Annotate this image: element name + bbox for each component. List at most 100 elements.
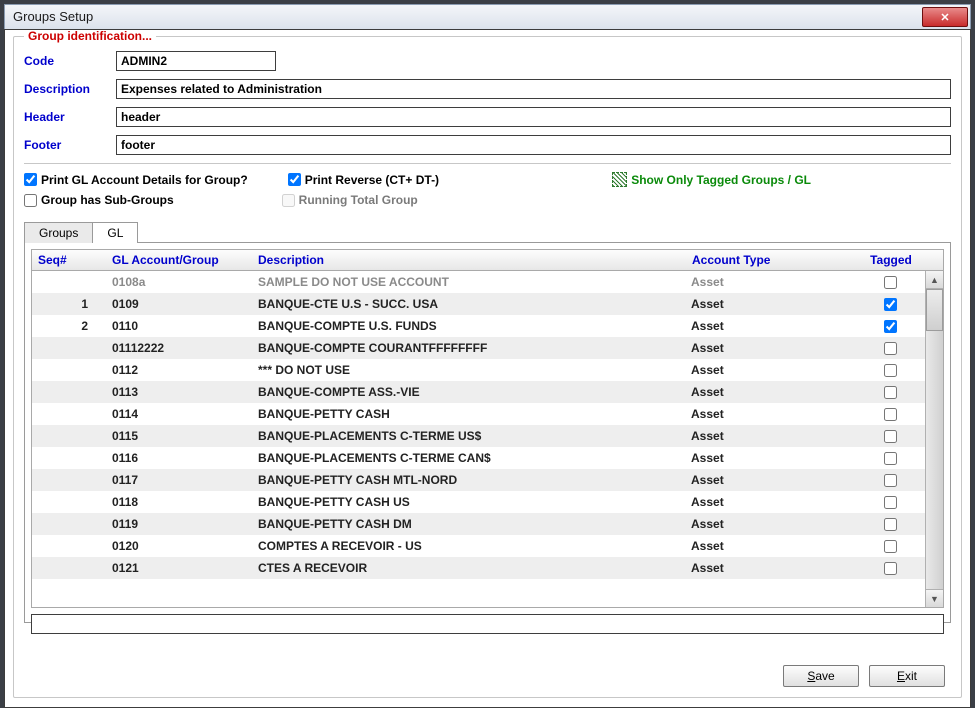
running-total-option: Running Total Group xyxy=(282,193,418,207)
cell-tag xyxy=(855,342,925,355)
show-tagged-checkbox[interactable] xyxy=(612,172,627,187)
print-reverse-checkbox[interactable] xyxy=(288,173,301,186)
tagged-checkbox[interactable] xyxy=(884,452,897,465)
cell-tag xyxy=(855,474,925,487)
has-subgroups-option[interactable]: Group has Sub-Groups xyxy=(24,193,174,207)
tagged-checkbox[interactable] xyxy=(884,562,897,575)
cell-tag xyxy=(855,408,925,421)
col-header-desc[interactable]: Description xyxy=(252,253,686,267)
col-header-type[interactable]: Account Type xyxy=(686,253,856,267)
show-tagged-option[interactable]: Show Only Tagged Groups / GL xyxy=(612,172,811,187)
tab-groups[interactable]: Groups xyxy=(24,222,92,243)
vertical-scrollbar[interactable]: ▲ ▼ xyxy=(925,271,943,607)
tagged-checkbox[interactable] xyxy=(884,342,897,355)
scroll-down-arrow-icon[interactable]: ▼ xyxy=(926,589,943,607)
cell-desc: BANQUE-PETTY CASH xyxy=(252,407,685,421)
print-reverse-option[interactable]: Print Reverse (CT+ DT-) xyxy=(288,173,439,187)
table-row[interactable]: 01112222BANQUE-COMPTE COURANTFFFFFFFFAss… xyxy=(32,337,925,359)
cell-tag xyxy=(855,452,925,465)
col-header-acct[interactable]: GL Account/Group xyxy=(102,253,252,267)
footer-input[interactable] xyxy=(116,135,951,155)
cell-desc: BANQUE-PLACEMENTS C-TERME CAN$ xyxy=(252,451,685,465)
table-row[interactable]: 0118BANQUE-PETTY CASH USAsset xyxy=(32,491,925,513)
table-row[interactable]: 0114BANQUE-PETTY CASHAsset xyxy=(32,403,925,425)
table-row[interactable]: 0112*** DO NOT USEAsset xyxy=(32,359,925,381)
scroll-thumb[interactable] xyxy=(926,289,943,331)
has-subgroups-checkbox[interactable] xyxy=(24,194,37,207)
client-area: Group identification... Code Description… xyxy=(4,29,971,708)
grid-body-wrap: 0108aSAMPLE DO NOT USE ACCOUNTAsset10109… xyxy=(31,271,944,608)
cell-type: Asset xyxy=(685,319,855,333)
table-row[interactable]: 20110BANQUE-COMPTE U.S. FUNDSAsset xyxy=(32,315,925,337)
row-code: Code xyxy=(24,51,951,71)
table-row[interactable]: 0119BANQUE-PETTY CASH DMAsset xyxy=(32,513,925,535)
cell-tag xyxy=(855,364,925,377)
tagged-checkbox[interactable] xyxy=(884,408,897,421)
cell-tag xyxy=(855,496,925,509)
cell-type: Asset xyxy=(685,429,855,443)
cell-desc: BANQUE-COMPTE U.S. FUNDS xyxy=(252,319,685,333)
table-row[interactable]: 0120COMPTES A RECEVOIR - USAsset xyxy=(32,535,925,557)
cell-tag xyxy=(855,276,925,289)
grid-footer-input[interactable] xyxy=(31,614,944,634)
table-row[interactable]: 0113BANQUE-COMPTE ASS.-VIEAsset xyxy=(32,381,925,403)
cell-desc: CTES A RECEVOIR xyxy=(252,561,685,575)
titlebar[interactable]: Groups Setup ✕ xyxy=(4,4,971,29)
show-tagged-label: Show Only Tagged Groups / GL xyxy=(631,173,811,187)
print-details-option[interactable]: Print GL Account Details for Group? xyxy=(24,173,248,187)
col-header-tag[interactable]: Tagged xyxy=(856,253,926,267)
col-header-seq[interactable]: Seq# xyxy=(32,253,102,267)
close-icon: ✕ xyxy=(940,11,949,24)
table-row[interactable]: 0116BANQUE-PLACEMENTS C-TERME CAN$Asset xyxy=(32,447,925,469)
tagged-checkbox[interactable] xyxy=(884,474,897,487)
window-title: Groups Setup xyxy=(13,5,93,29)
cell-acct: 0109 xyxy=(102,297,252,311)
window-frame: Groups Setup ✕ Group identification... C… xyxy=(0,0,975,708)
cell-tag xyxy=(855,386,925,399)
cell-desc: BANQUE-COMPTE ASS.-VIE xyxy=(252,385,685,399)
cell-desc: BANQUE-PETTY CASH DM xyxy=(252,517,685,531)
grid-body[interactable]: 0108aSAMPLE DO NOT USE ACCOUNTAsset10109… xyxy=(32,271,925,607)
cell-desc: *** DO NOT USE xyxy=(252,363,685,377)
cell-seq: 1 xyxy=(32,297,102,311)
cell-desc: BANQUE-CTE U.S - SUCC. USA xyxy=(252,297,685,311)
options-row-2: Group has Sub-Groups Running Total Group xyxy=(24,193,951,207)
cell-acct: 0108a xyxy=(102,275,252,289)
running-total-checkbox xyxy=(282,194,295,207)
code-input[interactable] xyxy=(116,51,276,71)
has-subgroups-label: Group has Sub-Groups xyxy=(41,193,174,207)
print-details-checkbox[interactable] xyxy=(24,173,37,186)
save-button[interactable]: Save xyxy=(783,665,859,687)
cell-desc: BANQUE-PETTY CASH US xyxy=(252,495,685,509)
scroll-up-arrow-icon[interactable]: ▲ xyxy=(926,271,943,289)
table-row[interactable]: 0117BANQUE-PETTY CASH MTL-NORDAsset xyxy=(32,469,925,491)
table-row[interactable]: 0108aSAMPLE DO NOT USE ACCOUNTAsset xyxy=(32,271,925,293)
exit-button[interactable]: Exit xyxy=(869,665,945,687)
tagged-checkbox[interactable] xyxy=(884,364,897,377)
cell-desc: BANQUE-COMPTE COURANTFFFFFFFF xyxy=(252,341,685,355)
tagged-checkbox[interactable] xyxy=(884,386,897,399)
tagged-checkbox[interactable] xyxy=(884,430,897,443)
table-row[interactable]: 0115BANQUE-PLACEMENTS C-TERME US$Asset xyxy=(32,425,925,447)
row-header: Header xyxy=(24,107,951,127)
tagged-checkbox[interactable] xyxy=(884,276,897,289)
button-row: Save Exit xyxy=(783,665,945,687)
header-input[interactable] xyxy=(116,107,951,127)
cell-type: Asset xyxy=(685,275,855,289)
table-row[interactable]: 10109BANQUE-CTE U.S - SUCC. USAAsset xyxy=(32,293,925,315)
tab-panel-gl: Seq# GL Account/Group Description Accoun… xyxy=(24,243,951,623)
tab-gl[interactable]: GL xyxy=(92,222,138,243)
cell-type: Asset xyxy=(685,495,855,509)
tagged-checkbox[interactable] xyxy=(884,298,897,311)
cell-type: Asset xyxy=(685,341,855,355)
footer-label: Footer xyxy=(24,138,116,152)
tagged-checkbox[interactable] xyxy=(884,496,897,509)
description-input[interactable] xyxy=(116,79,951,99)
tagged-checkbox[interactable] xyxy=(884,518,897,531)
tagged-checkbox[interactable] xyxy=(884,540,897,553)
cell-tag xyxy=(855,540,925,553)
close-button[interactable]: ✕ xyxy=(922,7,968,27)
tagged-checkbox[interactable] xyxy=(884,320,897,333)
table-row[interactable]: 0121CTES A RECEVOIRAsset xyxy=(32,557,925,579)
cell-acct: 0116 xyxy=(102,451,252,465)
